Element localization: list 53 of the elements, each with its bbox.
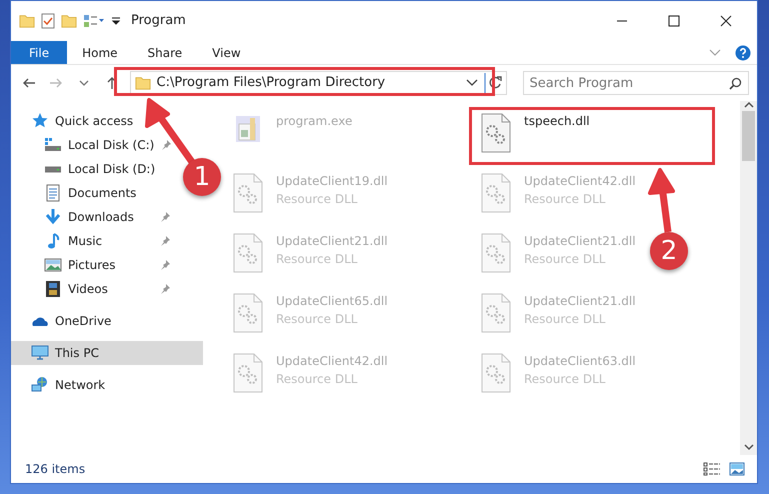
properties-icon[interactable]	[41, 13, 55, 29]
sidebar-item[interactable]: Local Disk (C:)	[11, 133, 179, 157]
network-icon	[31, 376, 49, 394]
sidebar-item[interactable]: Local Disk (D:)	[11, 157, 179, 181]
help-icon[interactable]	[735, 44, 751, 60]
sidebar-item[interactable]: Music	[11, 229, 179, 253]
pin-icon[interactable]	[160, 139, 172, 151]
view-options-icon[interactable]	[83, 14, 105, 28]
customize-toolbar-icon[interactable]	[111, 16, 121, 26]
file-item[interactable]: tspeech.dll	[472, 110, 596, 162]
window-title: Program	[131, 12, 186, 30]
large-icons-view-icon[interactable]	[729, 462, 745, 476]
drive-icon	[44, 166, 62, 172]
sidebar-item[interactable]: Documents	[11, 181, 179, 205]
sidebar-item[interactable]: OneDrive	[11, 309, 203, 333]
pin-icon[interactable]	[159, 283, 171, 295]
expand-ribbon-icon[interactable]	[709, 48, 721, 56]
item-count: 126 items	[25, 461, 86, 478]
search-field[interactable]: Search Program	[522, 71, 750, 95]
ribbon-tab[interactable]: View	[197, 41, 256, 64]
ribbon-tab[interactable]: Share	[132, 41, 198, 64]
computer-icon	[31, 344, 49, 362]
sidebar-item[interactable]: Downloads	[11, 205, 179, 229]
drive-icon	[44, 136, 62, 154]
download-icon	[44, 208, 62, 226]
back-icon	[22, 76, 36, 90]
pin-icon[interactable]	[159, 235, 171, 247]
scroll-thumb[interactable]	[742, 111, 755, 161]
maximize-icon	[668, 15, 680, 27]
star-icon	[31, 112, 49, 130]
forward-icon	[49, 76, 64, 90]
sidebar-item[interactable]: Network	[11, 373, 203, 397]
pin-icon[interactable]	[159, 259, 171, 271]
sidebar-item[interactable]: Pictures	[11, 253, 179, 277]
close-icon	[720, 15, 732, 27]
scroll-up-icon[interactable]	[744, 101, 754, 109]
pointer-arrow	[648, 168, 675, 232]
sidebar-item[interactable]: Quick access	[11, 109, 203, 133]
scrollbar[interactable]	[740, 101, 757, 455]
sidebar-item[interactable]: This PC	[11, 341, 203, 365]
address-field[interactable]: C:\Program Files\Program Directory	[130, 71, 506, 95]
picture-icon	[44, 256, 62, 274]
ribbon-tab[interactable]: File	[11, 41, 68, 64]
sidebar-item[interactable]: Videos	[11, 277, 179, 301]
folder-icon	[134, 75, 150, 91]
pin-icon[interactable]	[159, 211, 171, 223]
film-icon	[44, 280, 62, 298]
ribbon-tab[interactable]: Home	[67, 41, 133, 64]
dropdown-icon[interactable]	[466, 79, 478, 87]
search-icon[interactable]	[729, 77, 742, 90]
details-view-icon[interactable]	[703, 462, 721, 476]
scroll-down-icon[interactable]	[744, 443, 754, 451]
document-icon	[44, 184, 62, 202]
